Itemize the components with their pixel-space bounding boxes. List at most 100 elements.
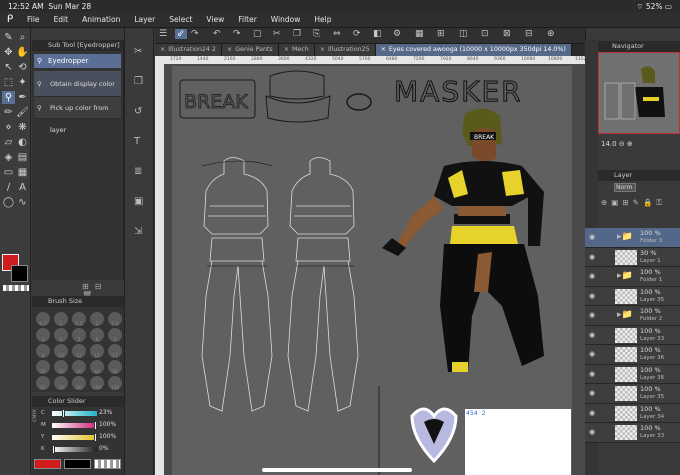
layer-row[interactable]: ◉ 100 % Layer 34 [585,403,680,423]
color-slider-c[interactable]: C 23% [32,408,124,419]
brush-size-option[interactable]: 7 [108,328,122,343]
flip-icon[interactable]: ⇔ [333,29,341,39]
brush-size-option[interactable]: 6 [90,328,104,343]
close-tab-icon[interactable]: × [381,46,386,53]
brush-tool-icon[interactable]: 🖌 [16,106,29,119]
export-icon[interactable]: ⊕ [547,29,555,39]
layer-row[interactable]: ◉ 100 % Layer 35 [585,384,680,404]
grid-icon[interactable]: ▦ [415,29,424,39]
quickaccess-icon[interactable]: ⊟ [525,29,533,39]
menu-file[interactable]: File [20,15,47,24]
slider-track[interactable] [52,433,97,442]
visibility-eye-icon[interactable]: ◉ [589,409,595,417]
ruler-tool-icon[interactable]: ∕ [2,181,15,194]
redo-icon[interactable]: ↷ [191,29,199,39]
navigator-zoom[interactable]: 14.0 ⊝ ⊕ [598,140,680,152]
document-tab[interactable]: × Illustration25 [314,44,376,56]
layer-row[interactable]: ◉ ▸📁 100 % Folder 2 [585,306,680,326]
visibility-eye-icon[interactable]: ◉ [589,350,595,358]
brush-size-option[interactable]: 120 [108,376,122,391]
brush-size-option[interactable]: 5 [72,328,86,343]
blend-tool-icon[interactable]: ◐ [16,136,29,149]
brush-size-option[interactable]: 8 [36,344,50,359]
visibility-eye-icon[interactable]: ◉ [589,272,595,280]
move-tool-icon[interactable]: ✥ [2,46,15,59]
stabilizer-icon[interactable]: ⇙ [175,29,187,39]
scissors-icon[interactable]: ✂ [134,46,142,57]
history-icon[interactable]: ↺ [134,106,142,117]
select-icon[interactable]: ⊠ [503,29,511,39]
material-icon[interactable]: ▣ [134,196,143,207]
layer-row[interactable]: ◉ 100 % Layer 35 [585,286,680,306]
eyedropper-tool-icon[interactable]: ⚲ [2,91,15,104]
brush-size-option[interactable]: 25 [54,360,68,375]
rotate-tool-icon[interactable]: ⟲ [16,61,29,74]
color-slider-y[interactable]: Y 100% [32,432,124,443]
layers-icon[interactable]: ≣ [134,166,142,177]
brush-size-option[interactable]: 3 [36,328,50,343]
layer-icon[interactable]: ❐ [134,76,143,87]
menu-layer[interactable]: Layer [127,15,162,24]
sub-color-swatch[interactable] [11,265,28,282]
brush-size-option[interactable]: 100 [90,376,104,391]
layer-row[interactable]: ◉ 30 % Layer 1 [585,247,680,267]
fill-tool-icon[interactable]: ◈ [2,151,15,164]
brush-size-option[interactable]: 4 [54,328,68,343]
sub-color-swatch-2[interactable] [64,459,91,469]
copy-icon[interactable]: ❐ [293,29,301,39]
navigator-preview[interactable] [598,52,680,134]
visibility-eye-icon[interactable]: ◉ [589,331,595,339]
blend-mode-select[interactable]: Norm [614,183,636,192]
zoom-tool-icon[interactable]: ⌕ [16,31,29,44]
decoration-tool-icon[interactable]: ❋ [16,121,29,134]
brush-size-option[interactable]: 2 [90,312,104,327]
paste-icon[interactable]: ⎘ [313,29,320,39]
layer-row[interactable]: ◉ ▸📁 100 % Folder 3 [585,228,680,248]
slider-knob[interactable] [52,445,55,454]
color-slider-m[interactable]: M 100% [32,420,124,431]
fill-icon[interactable]: ◧ [373,29,382,39]
undo-icon[interactable]: ↶ [213,29,221,39]
brush-size-option[interactable]: 17 [108,344,122,359]
figure-tool-icon[interactable]: ▭ [2,166,15,179]
menu-edit[interactable]: Edit [47,15,76,24]
visibility-eye-icon[interactable]: ◉ [589,292,595,300]
brush-size-option[interactable]: 30 [72,360,86,375]
current-color-swatch[interactable] [34,459,61,469]
document-tab[interactable]: × Illustration24 2 [155,44,222,56]
brush-size-option[interactable]: 0.7 [36,312,50,327]
brush-size-option[interactable]: 2.5 [108,312,122,327]
visibility-eye-icon[interactable]: ◉ [589,311,595,319]
document-tab[interactable]: × Eyes covered awooga (10000 x 10000px 35… [375,44,572,56]
visibility-eye-icon[interactable]: ◉ [589,428,595,436]
visibility-eye-icon[interactable]: ◉ [589,233,595,241]
layer-row[interactable]: ◉ 100 % Layer 33 [585,423,680,443]
canvas-icon[interactable]: ◫ [459,29,468,39]
slider-track[interactable] [52,409,97,418]
brush-size-option[interactable]: 15 [90,344,104,359]
close-tab-icon[interactable]: × [320,46,325,53]
hand-tool-icon[interactable]: ✋ [16,46,29,59]
layer-row[interactable]: ◉ 100 % Layer 36 [585,364,680,384]
close-tab-icon[interactable]: × [284,46,289,53]
brush-size-option[interactable]: 10 [54,344,68,359]
brush-size-option[interactable]: 60 [36,376,50,391]
settings-icon[interactable]: ⚙ [393,29,401,39]
brush-size-option[interactable]: 12 [72,344,86,359]
slider-knob[interactable] [94,433,97,442]
selection-tool-icon[interactable]: ⬚ [2,76,15,89]
ruler-icon[interactable]: ⊞ [437,29,445,39]
layer-row[interactable]: ◉ 100 % Layer 36 [585,345,680,365]
layer-row[interactable]: ◉ 100 % Layer 33 [585,325,680,345]
close-tab-icon[interactable]: × [227,46,232,53]
slider-track[interactable] [52,421,97,430]
menu-filter[interactable]: Filter [231,15,264,24]
balloon-tool-icon[interactable]: ◯ [2,196,15,209]
slider-track[interactable] [52,445,97,454]
brush-size-option[interactable]: 1.5 [72,312,86,327]
text-icon[interactable]: T [134,136,140,147]
brush-size-option[interactable]: 1 [54,312,68,327]
brush-size-option[interactable]: 80 [72,376,86,391]
pen-tool-2-icon[interactable]: ✒ [16,91,29,104]
menu-help[interactable]: Help [307,15,338,24]
